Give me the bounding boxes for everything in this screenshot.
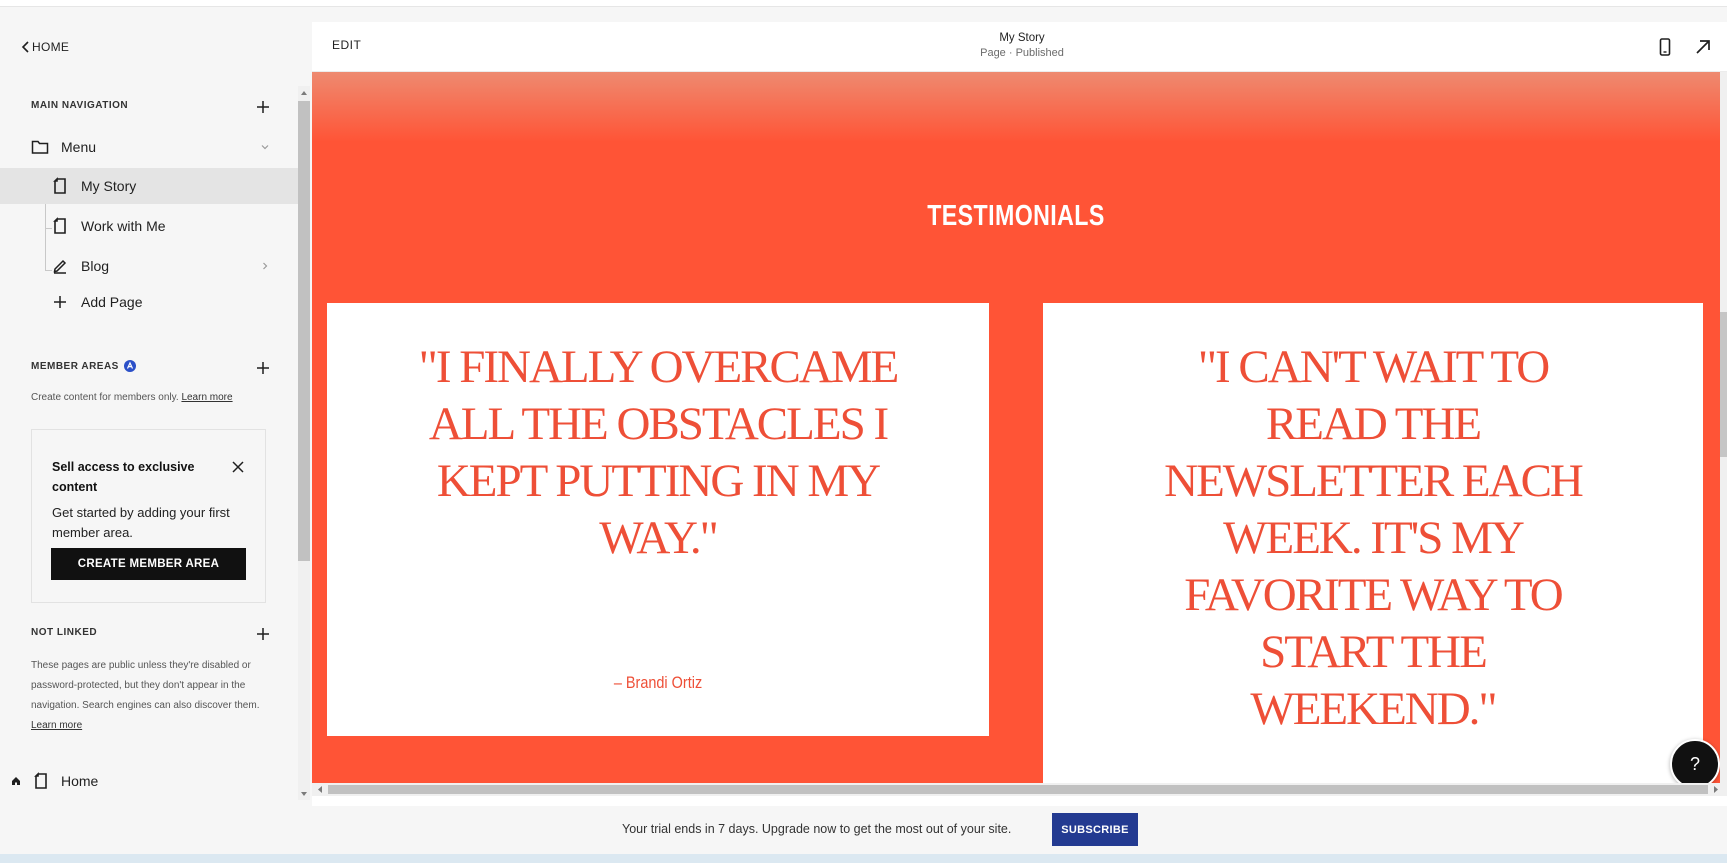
member-areas-learn-more-link[interactable]: Learn more bbox=[181, 392, 232, 403]
promo-text: Get started by adding your first member … bbox=[52, 505, 230, 540]
nav-item-my-story[interactable]: My Story bbox=[0, 168, 298, 204]
homepage-icon bbox=[12, 777, 20, 785]
close-icon[interactable] bbox=[230, 459, 246, 475]
plus-icon bbox=[257, 628, 269, 640]
add-page-button[interactable]: Add Page bbox=[0, 284, 298, 320]
not-linked-description: These pages are public unless they're di… bbox=[31, 656, 271, 736]
promo-title: Sell access to exclusive content bbox=[52, 460, 195, 494]
nav-item-label: Work with Me bbox=[81, 218, 166, 234]
sidebar-scrollbar[interactable] bbox=[298, 86, 310, 800]
nav-item-home[interactable]: Home bbox=[0, 763, 298, 799]
help-button[interactable]: ? bbox=[1670, 739, 1720, 789]
open-external-icon[interactable] bbox=[1692, 36, 1714, 58]
canvas-vertical-scrollbar[interactable] bbox=[1720, 72, 1727, 783]
scroll-down-arrow-icon[interactable] bbox=[300, 790, 308, 798]
page-status: Page · Published bbox=[980, 47, 1064, 59]
scroll-right-arrow-icon[interactable] bbox=[1712, 785, 1720, 794]
testimonial-card[interactable]: "I FINALLY OVERCAME ALL THE OBSTACLES I … bbox=[327, 303, 989, 736]
scroll-up-arrow-icon[interactable] bbox=[300, 89, 308, 97]
mobile-preview-icon[interactable] bbox=[1654, 36, 1676, 58]
page-preview-canvas[interactable]: TESTIMONIALS "I FINALLY OVERCAME ALL THE… bbox=[312, 72, 1720, 783]
member-area-promo-card: Sell access to exclusive content Get sta… bbox=[31, 429, 266, 603]
nav-folder-menu[interactable]: Menu bbox=[0, 129, 298, 165]
add-main-navigation-button[interactable] bbox=[254, 98, 272, 116]
blog-pen-icon bbox=[53, 259, 67, 274]
page-icon bbox=[53, 217, 66, 234]
main-navigation-heading: MAIN NAVIGATION bbox=[31, 100, 128, 111]
sidebar: HOME MAIN NAVIGATION Menu My Story Work … bbox=[0, 7, 298, 807]
testimonials-heading: TESTIMONIALS bbox=[927, 200, 1105, 232]
page-icon bbox=[34, 772, 47, 789]
canvas-horizontal-scrollbar[interactable] bbox=[312, 783, 1727, 796]
home-back-link[interactable]: HOME bbox=[20, 37, 69, 57]
page-editor-frame: EDIT My Story Page · Published TESTIMONI… bbox=[312, 22, 1727, 806]
not-linked-description-text: These pages are public unless they're di… bbox=[31, 660, 260, 711]
page-icon bbox=[53, 177, 66, 194]
nav-folder-label: Menu bbox=[61, 139, 97, 155]
canvas-horizontal-scrollbar-thumb[interactable] bbox=[328, 785, 1708, 794]
editor-header: EDIT My Story Page · Published bbox=[312, 22, 1727, 72]
window-top-strip bbox=[0, 0, 1727, 7]
testimonial-quote: "I FINALLY OVERCAME ALL THE OBSTACLES I … bbox=[418, 341, 900, 564]
testimonial-quote: "I CAN'T WAIT TO READ THE NEWSLETTER EAC… bbox=[1164, 341, 1584, 735]
chevron-right-icon bbox=[263, 262, 268, 270]
plus-icon bbox=[54, 296, 66, 308]
create-member-area-button[interactable]: CREATE MEMBER AREA bbox=[51, 548, 246, 580]
section-fade bbox=[312, 72, 1720, 142]
chevron-left-icon bbox=[21, 41, 29, 53]
member-areas-heading-text: MEMBER AREAS bbox=[31, 360, 119, 372]
trial-banner: Your trial ends in 7 days. Upgrade now t… bbox=[0, 806, 1727, 854]
trial-message: Your trial ends in 7 days. Upgrade now t… bbox=[622, 822, 1012, 836]
member-badge-icon bbox=[123, 360, 136, 372]
page-title: My Story bbox=[999, 32, 1045, 44]
home-label: HOME bbox=[32, 40, 70, 54]
plus-icon bbox=[257, 101, 269, 113]
nav-item-work-with-me[interactable]: Work with Me bbox=[0, 208, 298, 244]
chevron-down-icon bbox=[261, 145, 269, 150]
testimonial-author: – Brandi Ortiz bbox=[613, 673, 703, 692]
add-not-linked-button[interactable] bbox=[254, 625, 272, 643]
subscribe-button[interactable]: SUBSCRIBE bbox=[1052, 813, 1138, 846]
nav-item-blog[interactable]: Blog bbox=[0, 248, 298, 284]
not-linked-heading: NOT LINKED bbox=[31, 627, 97, 638]
add-page-label: Add Page bbox=[81, 294, 143, 310]
nav-item-label: My Story bbox=[81, 178, 137, 194]
member-areas-heading: MEMBER AREAS bbox=[31, 360, 136, 372]
main-navigation-heading-text: MAIN NAVIGATION bbox=[31, 100, 129, 111]
plus-icon bbox=[257, 362, 269, 374]
nav-item-label: Blog bbox=[81, 258, 110, 274]
scroll-left-arrow-icon[interactable] bbox=[316, 785, 324, 794]
member-areas-description-text: Create content for members only. bbox=[31, 392, 179, 403]
testimonial-card[interactable]: "I CAN'T WAIT TO READ THE NEWSLETTER EAC… bbox=[1043, 303, 1703, 783]
not-linked-heading-text: NOT LINKED bbox=[31, 627, 98, 638]
add-member-area-button[interactable] bbox=[254, 359, 272, 377]
nav-item-label: Home bbox=[61, 773, 99, 789]
not-linked-learn-more-link[interactable]: Learn more bbox=[31, 720, 82, 731]
folder-icon bbox=[31, 140, 49, 154]
member-areas-description: Create content for members only. Learn m… bbox=[31, 392, 233, 403]
sidebar-scrollbar-thumb[interactable] bbox=[298, 101, 310, 561]
window-bottom-strip bbox=[0, 854, 1727, 863]
canvas-vertical-scrollbar-thumb[interactable] bbox=[1720, 312, 1727, 457]
